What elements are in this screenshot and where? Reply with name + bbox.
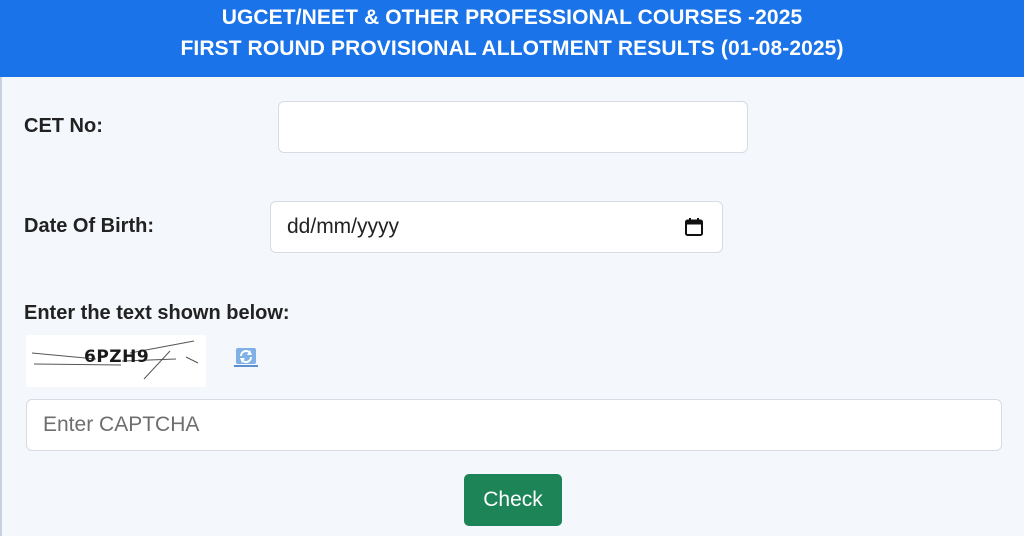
cet-no-label: CET No: — [24, 115, 103, 137]
dob-input[interactable]: dd/mm/yyyy — [270, 201, 723, 253]
cet-no-input[interactable] — [278, 101, 748, 153]
page-header: UGCET/NEET & OTHER PROFESSIONAL COURSES … — [0, 0, 1024, 77]
calendar-icon[interactable] — [684, 217, 704, 237]
header-title-line1: UGCET/NEET & OTHER PROFESSIONAL COURSES … — [221, 6, 803, 29]
refresh-icon[interactable] — [230, 345, 262, 369]
dob-label: Date Of Birth: — [24, 215, 154, 237]
captcha-input[interactable] — [26, 399, 1002, 451]
captcha-text: 6PZH9 — [84, 347, 150, 367]
header-title-line2: FIRST ROUND PROVISIONAL ALLOTMENT RESULT… — [180, 37, 844, 60]
dob-placeholder: dd/mm/yyyy — [287, 215, 400, 238]
allotment-form: CET No: Date Of Birth: dd/mm/yyyy Enter … — [0, 77, 1024, 536]
check-button[interactable]: Check — [464, 474, 562, 526]
captcha-image: 6PZH9 — [26, 335, 206, 387]
captcha-label: Enter the text shown below: — [24, 302, 290, 324]
